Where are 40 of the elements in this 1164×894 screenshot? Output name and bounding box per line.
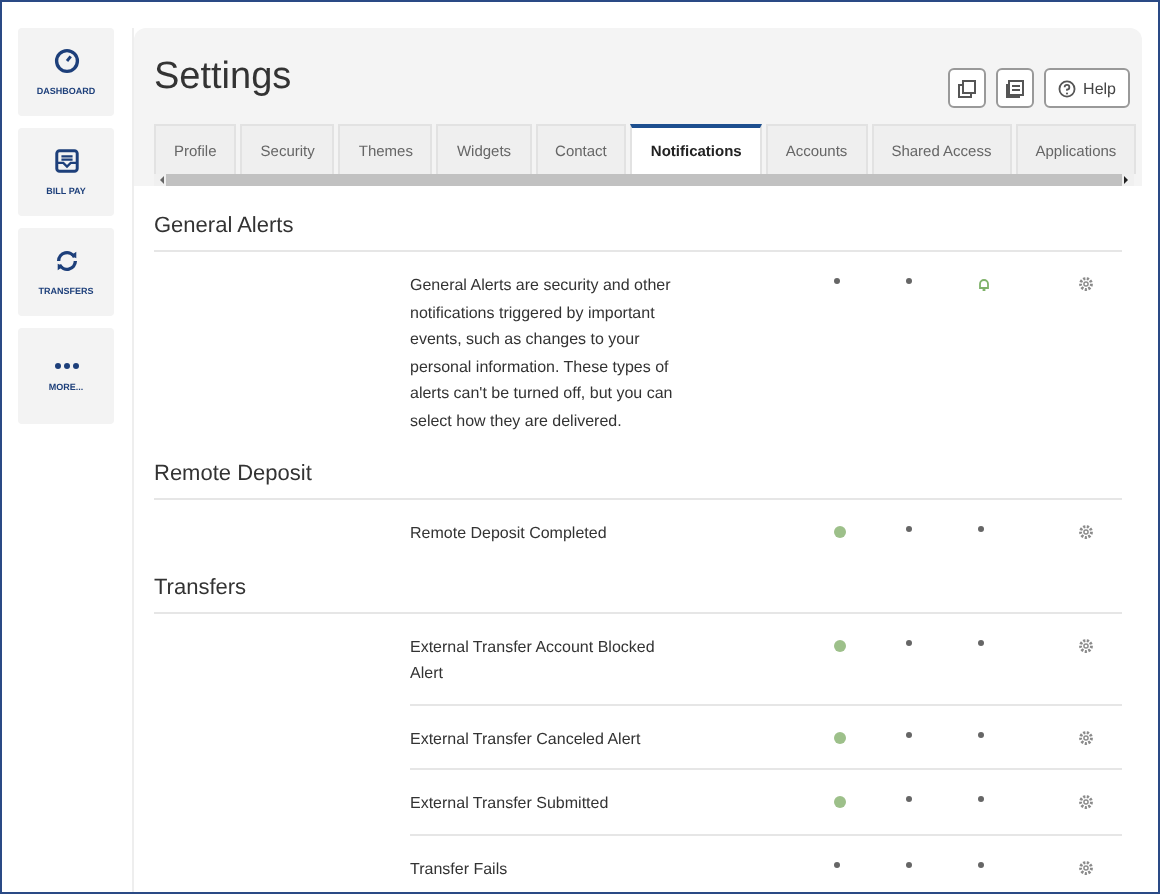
dot-icon[interactable] xyxy=(978,639,984,645)
dot-icon[interactable] xyxy=(906,639,912,645)
dot-icon[interactable] xyxy=(906,526,912,532)
section-heading: Transfers xyxy=(154,563,1122,613)
document-icon xyxy=(1005,79,1024,97)
page-title: Settings xyxy=(154,56,292,100)
settings-icon[interactable] xyxy=(1078,524,1094,540)
gauge-icon xyxy=(53,48,79,74)
settings-icon[interactable] xyxy=(1078,794,1094,810)
dot-icon[interactable] xyxy=(978,861,984,867)
help-icon xyxy=(1057,79,1076,97)
print-button[interactable] xyxy=(947,68,986,108)
settings-icon[interactable] xyxy=(1078,859,1094,875)
scrollbar[interactable] xyxy=(154,174,1134,186)
dot-icon[interactable] xyxy=(906,278,912,284)
inbox-icon xyxy=(53,148,79,174)
alert-description: Remote Deposit Completed xyxy=(410,522,609,546)
refresh-icon xyxy=(53,248,79,274)
dot-icon[interactable] xyxy=(906,861,912,867)
settings-icon[interactable] xyxy=(1078,276,1094,292)
dot-icon[interactable] xyxy=(978,796,984,802)
alert-description: External Transfer Account Blocked Alert xyxy=(410,635,657,686)
dot-icon[interactable] xyxy=(906,796,912,802)
help-button[interactable]: Help xyxy=(1043,68,1130,108)
section-heading: General Alerts xyxy=(154,202,1122,252)
alert-description: External Transfer Submitted xyxy=(410,792,611,816)
alert-description: External Transfer Canceled Alert xyxy=(410,727,643,751)
dot-icon[interactable] xyxy=(834,861,840,867)
alert-description: General Alerts are security and other notifications triggered by important events, such as changes to your personal information. These types of alerts can't be turned off, but you can select how they are delivered. xyxy=(410,274,675,434)
dot-icon[interactable] xyxy=(978,731,984,737)
dot-icon[interactable] xyxy=(906,731,912,737)
settings-icon[interactable] xyxy=(1078,637,1094,653)
section-heading: Remote Deposit xyxy=(154,450,1122,500)
export-button[interactable] xyxy=(995,68,1034,108)
alert-description: Transfer Fails xyxy=(410,857,510,881)
dot-icon[interactable] xyxy=(978,526,984,532)
settings-icon[interactable] xyxy=(1078,729,1094,745)
dot-icon[interactable] xyxy=(834,278,840,284)
copy-icon xyxy=(957,79,976,97)
more-icon xyxy=(53,361,79,369)
